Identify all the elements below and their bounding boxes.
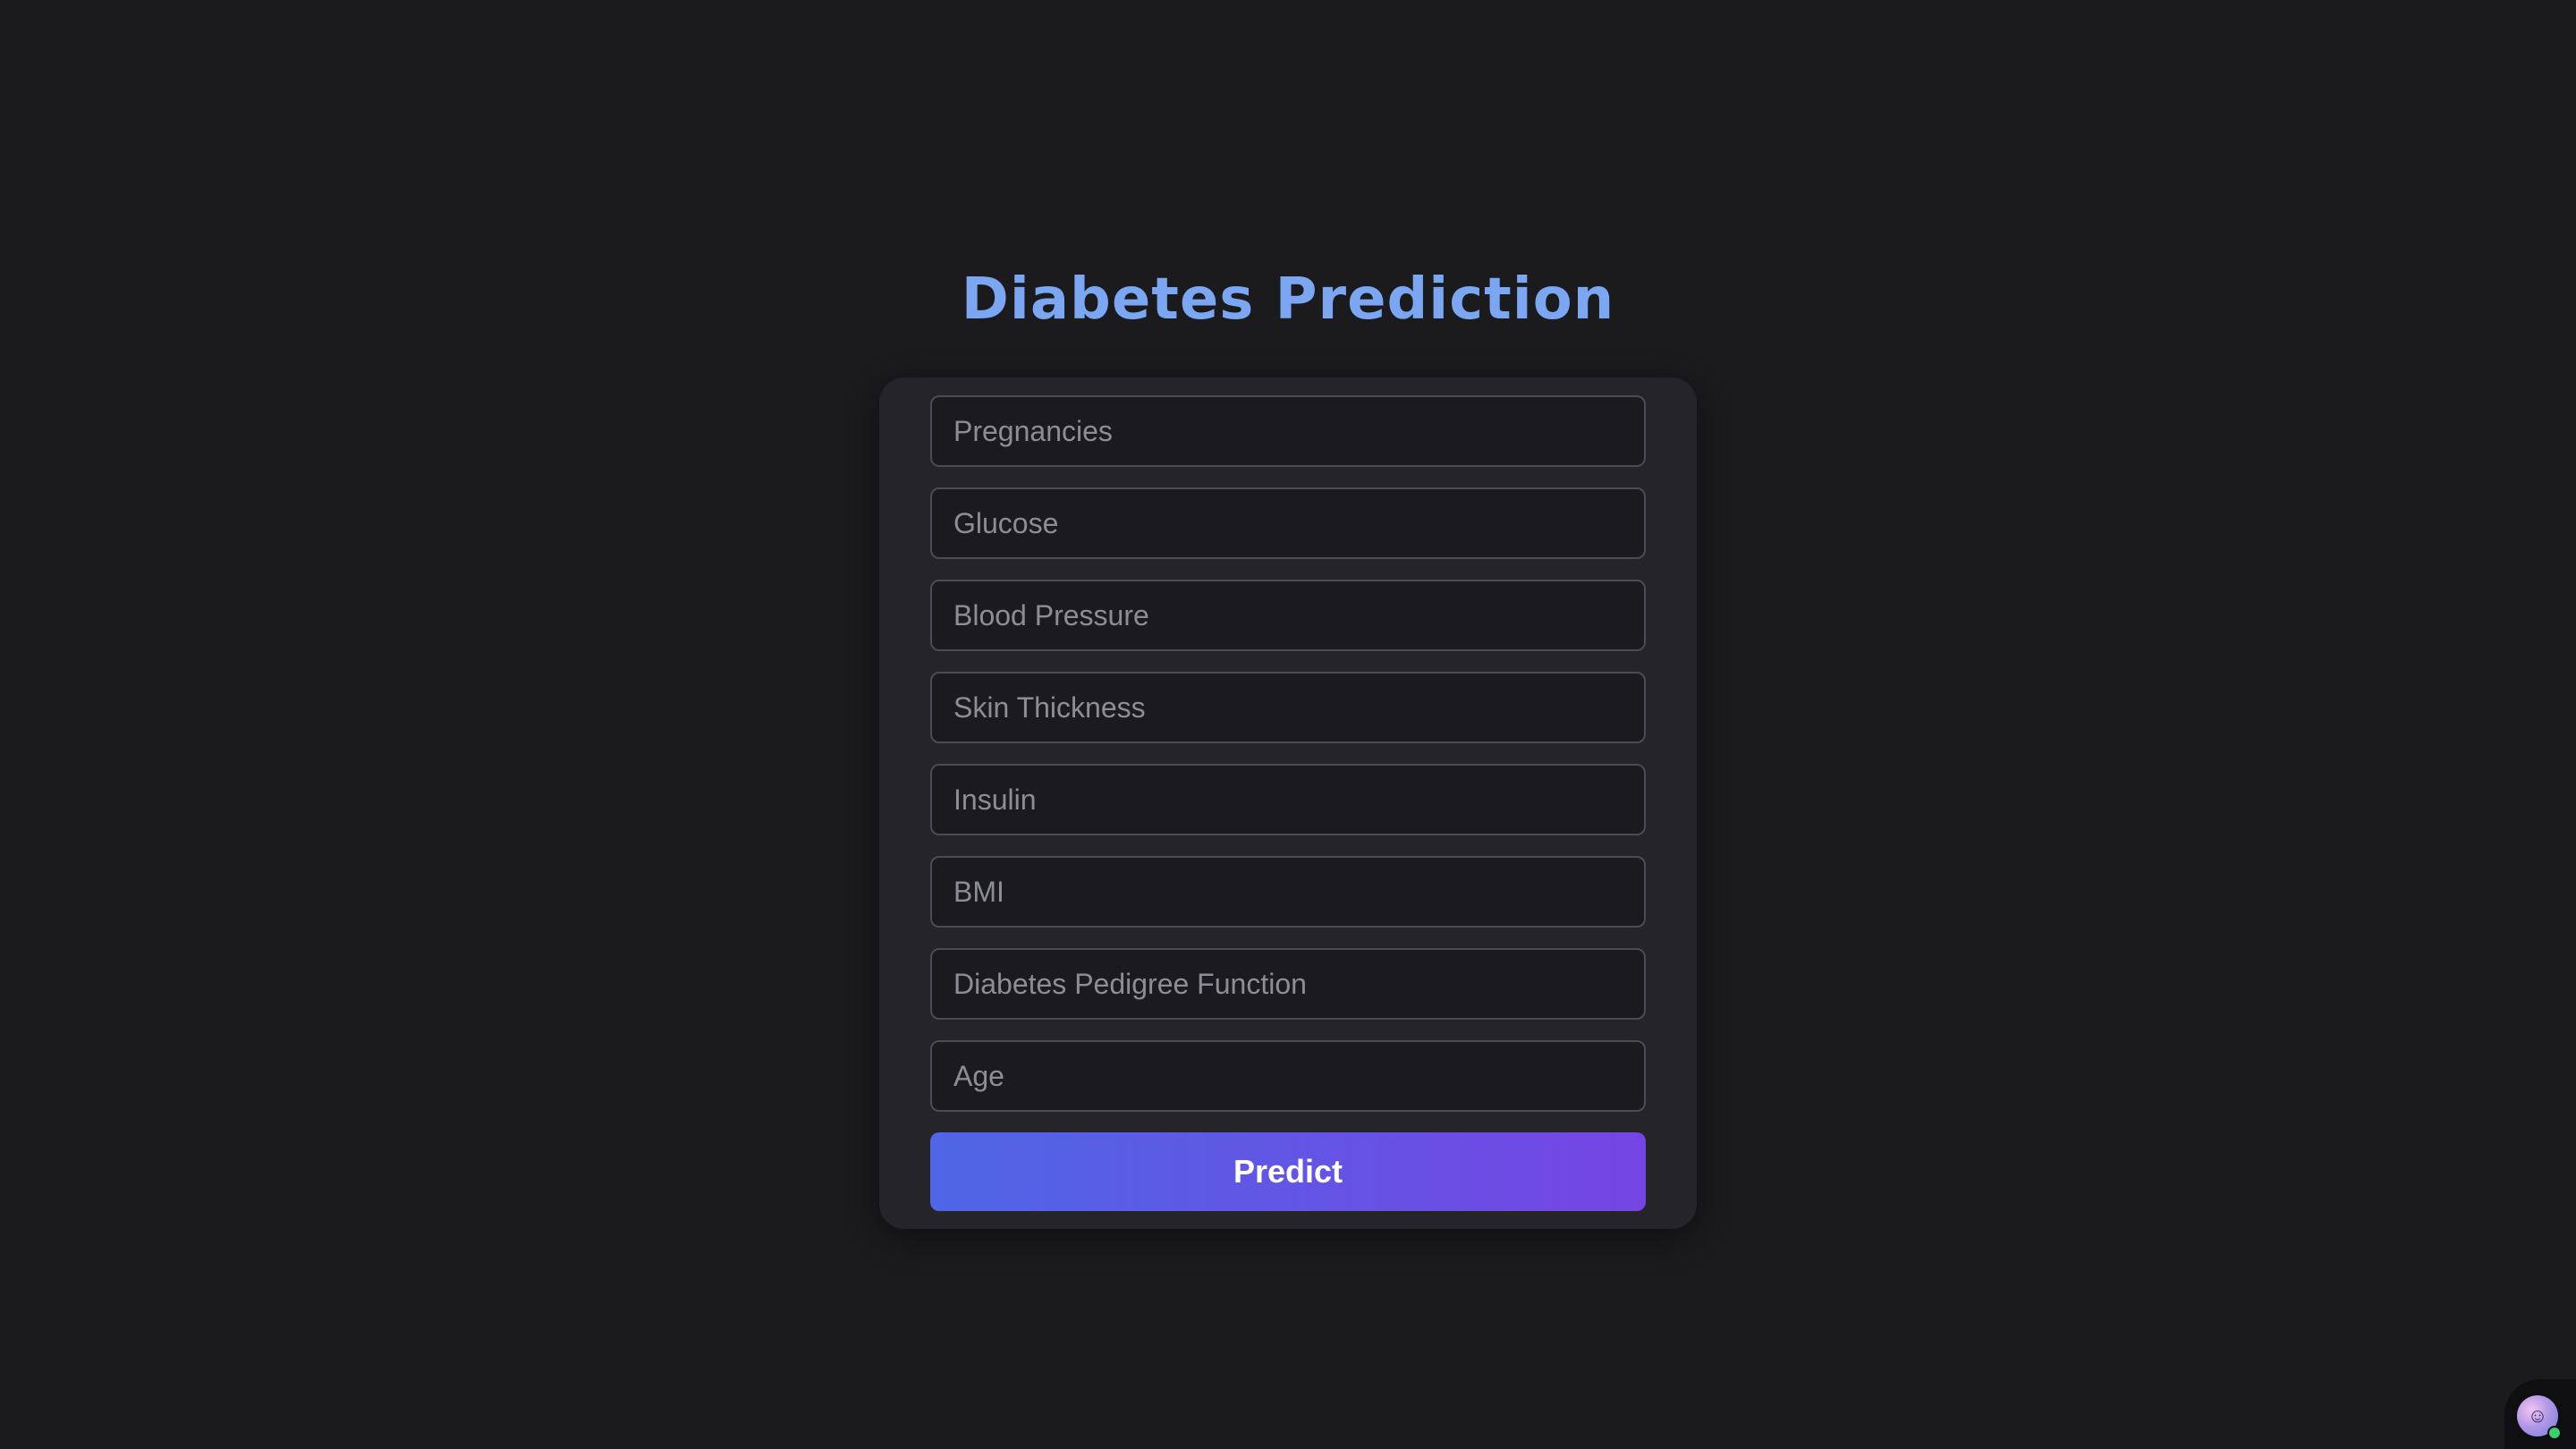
page: Diabetes Prediction Predict ☺ [0, 0, 2576, 1449]
skin-thickness-input[interactable] [930, 672, 1646, 743]
glucose-input[interactable] [930, 487, 1646, 559]
age-input[interactable] [930, 1040, 1646, 1112]
assistant-launcher[interactable]: ☺ [2504, 1379, 2576, 1449]
blood-pressure-input[interactable] [930, 580, 1646, 651]
bmi-input[interactable] [930, 856, 1646, 928]
page-title: Diabetes Prediction [961, 267, 1615, 333]
diabetes-pedigree-function-input[interactable] [930, 948, 1646, 1020]
insulin-input[interactable] [930, 764, 1646, 835]
prediction-form-card: Predict [879, 377, 1697, 1229]
pregnancies-input[interactable] [930, 395, 1646, 467]
predict-button[interactable]: Predict [930, 1132, 1646, 1211]
online-status-icon [2547, 1426, 2562, 1440]
